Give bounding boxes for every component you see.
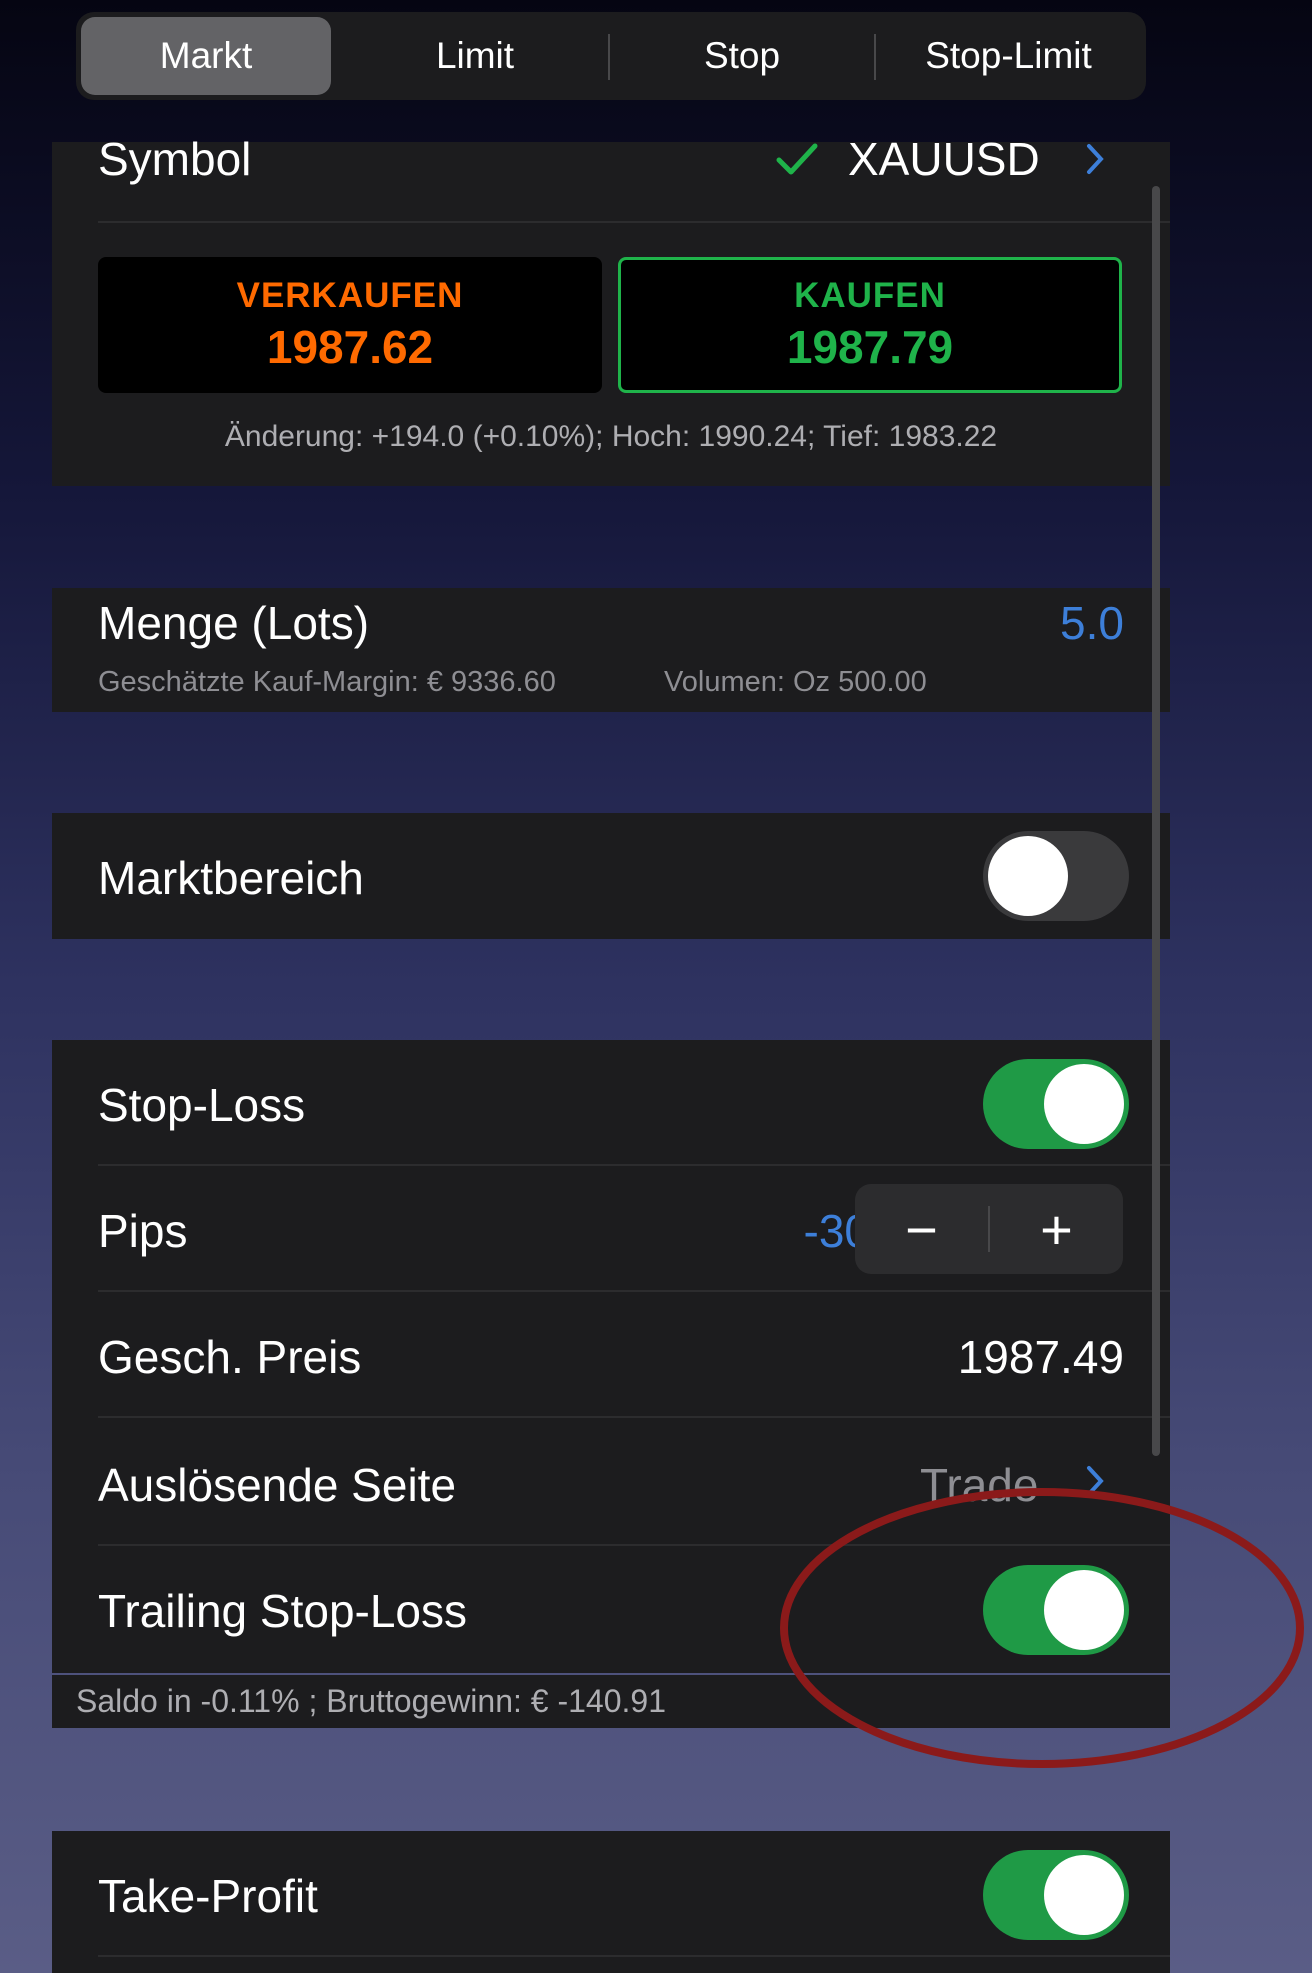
price-change-info: Änderung: +194.0 (+0.10%); Hoch: 1990.24… bbox=[224, 420, 998, 453]
sell-button[interactable]: VERKAUFEN 1987.62 bbox=[98, 257, 602, 393]
divider bbox=[98, 1416, 1170, 1418]
sell-price: 1987.62 bbox=[266, 321, 434, 373]
toggle-knob bbox=[988, 836, 1068, 916]
stop-loss-toggle[interactable] bbox=[983, 1059, 1129, 1149]
symbol-label: Symbol bbox=[98, 133, 252, 185]
pips-stepper: − + bbox=[855, 1184, 1123, 1274]
toggle-knob bbox=[1044, 1064, 1124, 1144]
symbol-value[interactable]: XAUUSD bbox=[848, 136, 1040, 182]
est-price-label: Gesch. Preis bbox=[98, 1331, 362, 1383]
take-profit-label: Take-Profit bbox=[98, 1870, 318, 1922]
buy-price: 1987.79 bbox=[786, 321, 954, 373]
pips-increment-button[interactable]: + bbox=[990, 1184, 1123, 1274]
toggle-knob bbox=[1044, 1855, 1124, 1935]
sell-label: VERKAUFEN bbox=[236, 276, 464, 315]
margin-info: Geschätzte Kauf-Margin: € 9336.60 bbox=[98, 666, 556, 698]
pips-value[interactable]: -30 bbox=[740, 1204, 870, 1258]
stop-loss-label: Stop-Loss bbox=[98, 1079, 306, 1131]
order-type-segmented-control: Markt Limit Stop Stop-Limit bbox=[76, 12, 1146, 100]
symbol-section: Symbol XAUUSD VERKAUFEN 1987.62 KAUFEN 1… bbox=[52, 133, 1170, 486]
tab-limit[interactable]: Limit bbox=[344, 17, 606, 95]
checkmark-icon bbox=[775, 140, 819, 185]
market-range-section: Marktbereich bbox=[52, 813, 1170, 939]
balance-info: Saldo in -0.11% ; Bruttogewinn: € -140.9… bbox=[76, 1683, 666, 1719]
volume-info: Volumen: Oz 500.00 bbox=[664, 666, 927, 698]
buy-label: KAUFEN bbox=[794, 276, 946, 315]
tab-stop-limit[interactable]: Stop-Limit bbox=[876, 17, 1141, 95]
chevron-right-icon[interactable] bbox=[1084, 142, 1106, 181]
take-profit-toggle[interactable] bbox=[983, 1850, 1129, 1940]
trailing-stop-loss-label: Trailing Stop-Loss bbox=[98, 1585, 468, 1637]
pips-label: Pips bbox=[98, 1205, 188, 1257]
pips-decrement-button[interactable]: − bbox=[855, 1184, 988, 1274]
quantity-value[interactable]: 5.0 bbox=[1060, 596, 1124, 650]
buy-button[interactable]: KAUFEN 1987.79 bbox=[618, 257, 1122, 393]
trigger-side-label: Auslösende Seite bbox=[98, 1459, 457, 1511]
quantity-section: Menge (Lots) 5.0 Geschätzte Kauf-Margin:… bbox=[52, 588, 1170, 712]
market-range-label: Marktbereich bbox=[98, 852, 364, 904]
take-profit-section: Take-Profit bbox=[52, 1831, 1170, 1973]
market-range-toggle[interactable] bbox=[983, 831, 1129, 921]
divider bbox=[98, 1955, 1170, 1957]
divider bbox=[98, 221, 1170, 223]
quantity-label: Menge (Lots) bbox=[98, 597, 370, 649]
tab-stop[interactable]: Stop bbox=[610, 17, 874, 95]
tab-markt[interactable]: Markt bbox=[81, 17, 331, 95]
annotation-ellipse bbox=[780, 1488, 1304, 1768]
est-price-value: 1987.49 bbox=[957, 1331, 1124, 1383]
divider bbox=[98, 1164, 1170, 1166]
divider bbox=[98, 1290, 1170, 1292]
scrollbar[interactable] bbox=[1152, 186, 1160, 1456]
